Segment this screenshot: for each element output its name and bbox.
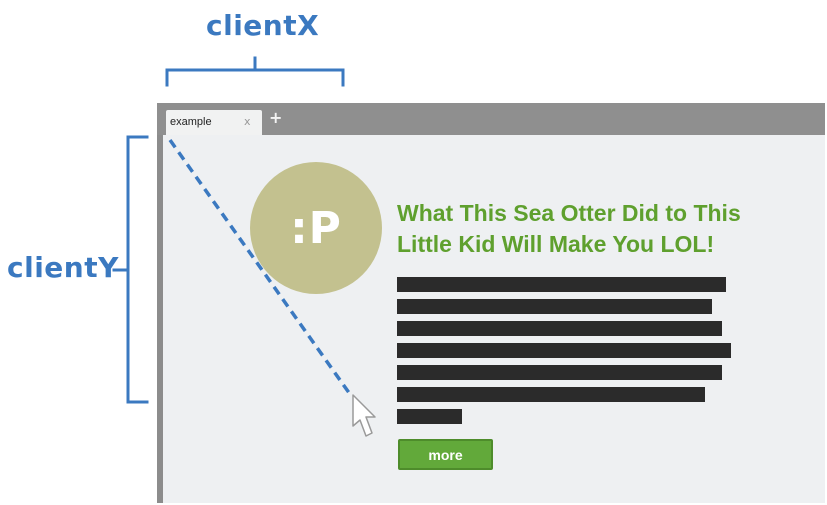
new-tab-icon[interactable]: + bbox=[269, 108, 282, 127]
placeholder-text-line bbox=[397, 387, 705, 402]
placeholder-text-line bbox=[397, 365, 722, 380]
placeholder-text-line bbox=[397, 343, 731, 358]
page-content: :P What This Sea Otter Did to This Littl… bbox=[163, 135, 825, 503]
tab-strip: example x + bbox=[157, 103, 825, 135]
headline-line-1: What This Sea Otter Did to This bbox=[397, 200, 741, 226]
placeholder-text-line bbox=[397, 409, 462, 424]
placeholder-text-line bbox=[397, 299, 712, 314]
placeholder-text-line bbox=[397, 277, 726, 292]
article-headline[interactable]: What This Sea Otter Did to This Little K… bbox=[397, 198, 817, 260]
avatar-emoticon: :P bbox=[290, 202, 342, 254]
avatar: :P bbox=[250, 162, 382, 294]
placeholder-text-line bbox=[397, 321, 722, 336]
browser-window: example x + :P What This Sea Otter Did t… bbox=[157, 103, 825, 503]
clienty-label: clientY bbox=[7, 251, 119, 284]
browser-tab[interactable]: example x bbox=[166, 110, 262, 135]
clientx-bracket bbox=[165, 56, 345, 87]
clientx-label: clientX bbox=[206, 9, 320, 42]
more-button[interactable]: more bbox=[398, 439, 493, 470]
headline-line-2: Little Kid Will Make You LOL! bbox=[397, 231, 715, 257]
tab-close-icon[interactable]: x bbox=[244, 115, 251, 128]
tab-title: example bbox=[170, 116, 212, 128]
